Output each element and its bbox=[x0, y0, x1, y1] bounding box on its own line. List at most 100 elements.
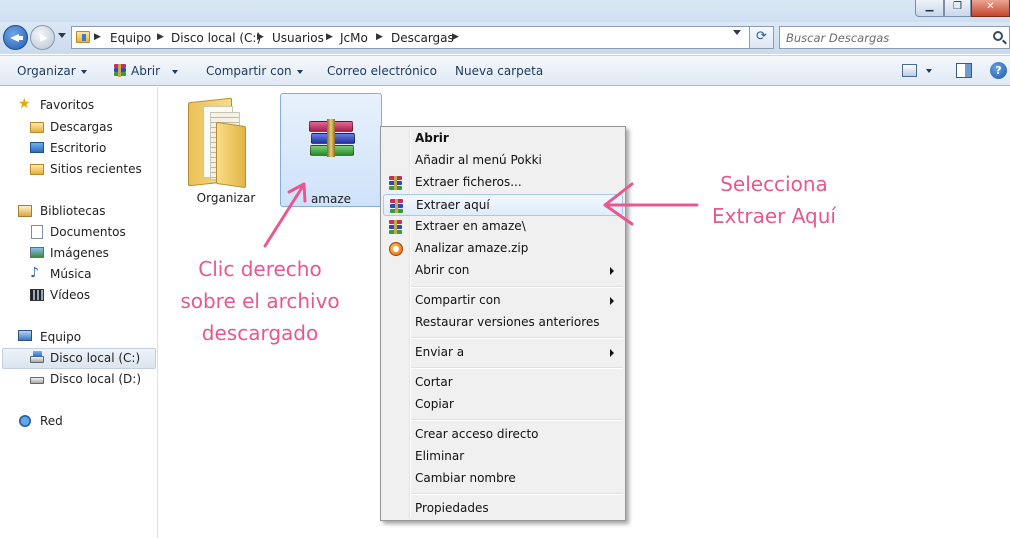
sidebar-item-downloads[interactable]: Descargas bbox=[30, 118, 140, 137]
breadcrumb-descargas[interactable]: Descargas bbox=[391, 31, 454, 45]
breadcrumb-separator-icon[interactable]: ▶ bbox=[326, 32, 333, 42]
maximize-button[interactable]: ❐ bbox=[944, 0, 971, 17]
menu-item-extract-to-folder[interactable]: Extraer en amaze\ bbox=[383, 216, 623, 238]
breadcrumb-separator-icon[interactable]: ▶ bbox=[452, 32, 459, 42]
menu-item-restore-versions[interactable]: Restaurar versiones anteriores bbox=[383, 312, 623, 334]
sidebar-item-drive-d[interactable]: Disco local (D:) bbox=[30, 370, 150, 389]
share-button[interactable]: Compartir con bbox=[206, 64, 303, 78]
winrar-archive-icon bbox=[309, 119, 357, 159]
submenu-arrow-icon bbox=[610, 267, 614, 275]
menu-item-label: Crear acceso directo bbox=[415, 427, 539, 441]
menu-item-create-shortcut[interactable]: Crear acceso directo bbox=[383, 424, 623, 446]
breadcrumb-separator-icon[interactable]: ▶ bbox=[157, 32, 164, 42]
back-button[interactable] bbox=[3, 25, 28, 50]
menu-item-analyze[interactable]: Analizar amaze.zip bbox=[383, 238, 623, 260]
winrar-icon bbox=[388, 175, 404, 191]
email-button[interactable]: Correo electrónico bbox=[327, 64, 437, 78]
menu-item-label: Abrir con bbox=[415, 263, 470, 277]
breadcrumb-equipo[interactable]: Equipo bbox=[110, 31, 151, 45]
breadcrumb-separator-icon[interactable]: ▶ bbox=[257, 32, 264, 42]
new-folder-button[interactable]: Nueva carpeta bbox=[455, 64, 543, 78]
menu-item-delete[interactable]: Eliminar bbox=[383, 446, 623, 468]
sidebar-item-computer[interactable]: Equipo bbox=[18, 328, 128, 347]
submenu-arrow-icon bbox=[610, 297, 614, 305]
organize-button[interactable]: Organizar bbox=[17, 64, 87, 78]
breadcrumb-jcmo[interactable]: JcMo bbox=[340, 31, 368, 45]
sidebar-item-music[interactable]: ♪ Música bbox=[30, 265, 140, 284]
menu-item-rename[interactable]: Cambiar nombre bbox=[383, 468, 623, 490]
view-options-dropdown-icon[interactable] bbox=[926, 69, 932, 73]
sidebar-item-documents[interactable]: Documentos bbox=[30, 223, 140, 242]
minimize-button[interactable]: ▁ bbox=[915, 0, 944, 17]
annotation-right-click: Clic derecho sobre el archivo descargado bbox=[165, 253, 355, 349]
organize-label: Organizar bbox=[17, 64, 76, 78]
annotation-line: descargado bbox=[201, 321, 319, 345]
sidebar-item-images[interactable]: Imágenes bbox=[30, 244, 140, 263]
minimize-icon: ▁ bbox=[925, 1, 934, 12]
recent-pages-dropdown[interactable] bbox=[58, 33, 66, 38]
refresh-icon: ⟳ bbox=[756, 29, 767, 44]
network-icon bbox=[19, 415, 31, 427]
preview-pane-icon[interactable] bbox=[956, 63, 972, 78]
sidebar-item-label: Bibliotecas bbox=[40, 204, 106, 218]
menu-item-label: Añadir al menú Pokki bbox=[415, 153, 542, 167]
menu-item-label: Extraer ficheros... bbox=[415, 175, 522, 189]
menu-separator bbox=[411, 337, 623, 339]
downloads-folder-icon bbox=[30, 122, 44, 133]
address-dropdown-icon[interactable] bbox=[733, 30, 741, 35]
menu-item-label: Restaurar versiones anteriores bbox=[415, 315, 600, 329]
menu-item-label: Eliminar bbox=[415, 449, 465, 463]
change-view-icon[interactable] bbox=[902, 64, 917, 77]
chevron-down-icon bbox=[80, 69, 87, 74]
address-bar[interactable]: ▶ Equipo ▶ Disco local (C:) ▶ Usuarios ▶… bbox=[71, 26, 750, 49]
sidebar-item-label: Favoritos bbox=[40, 98, 95, 112]
sidebar-item-label: Vídeos bbox=[50, 288, 91, 302]
forward-button[interactable] bbox=[30, 25, 55, 50]
sidebar-item-libraries[interactable]: Bibliotecas bbox=[18, 202, 128, 221]
menu-item-extract-here[interactable]: Extraer aquí bbox=[383, 194, 623, 216]
window-caption: ▁ ❐ ✕ bbox=[0, 0, 1010, 22]
search-box[interactable] bbox=[779, 26, 1010, 49]
video-icon bbox=[30, 289, 44, 301]
winrar-icon bbox=[113, 64, 127, 78]
menu-item-share-with[interactable]: Compartir con bbox=[383, 290, 623, 312]
menu-item-send-to[interactable]: Enviar a bbox=[383, 342, 623, 364]
menu-item-cut[interactable]: Cortar bbox=[383, 372, 623, 394]
open-button[interactable]: Abrir bbox=[131, 64, 179, 78]
recent-places-icon bbox=[30, 164, 44, 175]
menu-separator bbox=[411, 367, 623, 369]
breadcrumb-usuarios[interactable]: Usuarios bbox=[272, 31, 324, 45]
sidebar-item-drive-c[interactable]: Disco local (C:) bbox=[2, 348, 156, 369]
sidebar-item-desktop[interactable]: Escritorio bbox=[30, 139, 140, 158]
breadcrumb-separator-icon[interactable]: ▶ bbox=[376, 32, 383, 42]
menu-item-open[interactable]: Abrir bbox=[383, 128, 623, 150]
menu-item-copy[interactable]: Copiar bbox=[383, 394, 623, 416]
computer-icon bbox=[18, 330, 32, 341]
file-name: Organizar bbox=[196, 191, 256, 205]
chevron-down-icon bbox=[296, 69, 303, 74]
menu-item-label: Enviar a bbox=[415, 345, 465, 359]
breadcrumb-separator-icon[interactable]: ▶ bbox=[94, 32, 101, 42]
menu-separator bbox=[411, 419, 623, 421]
menu-item-properties[interactable]: Propiedades bbox=[383, 498, 623, 520]
search-icon[interactable] bbox=[993, 31, 1003, 41]
close-button[interactable]: ✕ bbox=[971, 0, 1010, 17]
open-label: Abrir bbox=[131, 64, 161, 78]
sidebar-item-network[interactable]: Red bbox=[18, 412, 128, 431]
menu-item-open-with[interactable]: Abrir con bbox=[383, 260, 623, 282]
search-input[interactable] bbox=[786, 30, 986, 46]
sidebar-item-videos[interactable]: Vídeos bbox=[30, 286, 140, 305]
sidebar-item-label: Imágenes bbox=[50, 246, 109, 260]
address-row: ▶ Equipo ▶ Disco local (C:) ▶ Usuarios ▶… bbox=[0, 22, 1010, 54]
menu-item-label: Analizar amaze.zip bbox=[415, 241, 529, 255]
breadcrumb-disco-c[interactable]: Disco local (C:) bbox=[171, 31, 261, 45]
help-icon[interactable]: ? bbox=[990, 62, 1007, 79]
refresh-button[interactable]: ⟳ bbox=[750, 26, 774, 49]
menu-item-add-pokki[interactable]: Añadir al menú Pokki bbox=[383, 150, 623, 172]
music-icon: ♪ bbox=[30, 265, 39, 281]
sidebar-item-recent[interactable]: Sitios recientes bbox=[30, 160, 150, 179]
sidebar-item-favorites[interactable]: ★ Favoritos bbox=[18, 96, 128, 115]
menu-item-extract-files[interactable]: Extraer ficheros... bbox=[383, 172, 623, 194]
menu-item-label: Extraer en amaze\ bbox=[415, 219, 526, 233]
file-name: amaze bbox=[310, 192, 352, 206]
